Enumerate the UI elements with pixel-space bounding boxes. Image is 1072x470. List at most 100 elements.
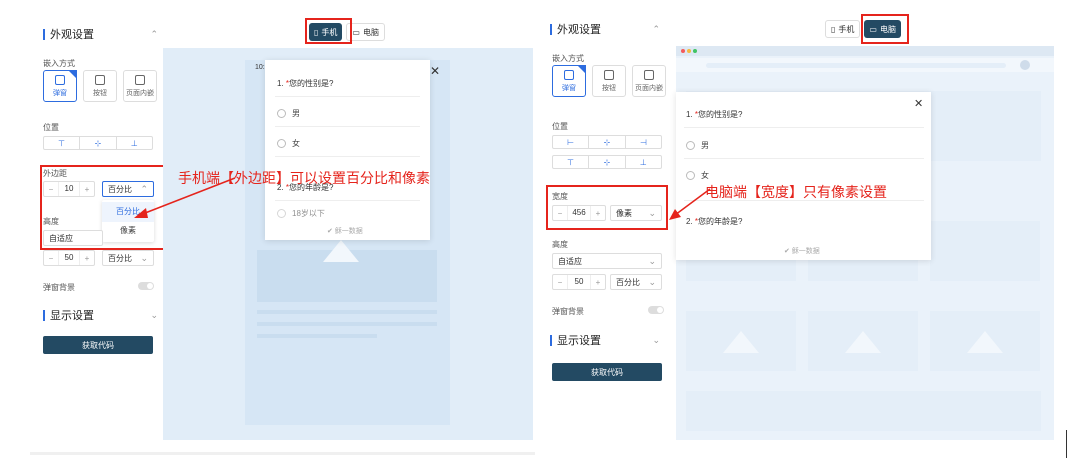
height-unit-select[interactable]: 百分比 ⌄	[610, 274, 662, 290]
appearance-section-header[interactable]: 外观设置 ⌃	[550, 21, 660, 37]
embed-inline-label: 页面内嵌	[126, 89, 154, 97]
monitor-icon: ▭	[352, 27, 360, 37]
position-segment-row1: ⊢ ⊹ ⊣	[552, 135, 662, 149]
phone-icon: ▯	[831, 24, 836, 34]
position-right-button[interactable]: ⊣	[626, 136, 661, 148]
chevron-down-icon: ⌄	[648, 276, 656, 287]
device-pc-button[interactable]: ▭ 电脑	[346, 23, 385, 41]
get-code-button[interactable]: 获取代码	[43, 336, 153, 354]
highlight-width-box	[546, 185, 668, 230]
decrement-button[interactable]: −	[553, 278, 567, 287]
appearance-title: 外观设置	[557, 24, 601, 36]
height-step-value: 50	[58, 251, 80, 265]
position-label: 位置	[552, 122, 568, 131]
height-stepper[interactable]: − 50 +	[43, 250, 95, 266]
status-time: 10:	[255, 64, 265, 71]
option-under-18-label: 18岁以下	[292, 209, 325, 218]
option-female[interactable]: 女	[277, 138, 300, 149]
position-left-button[interactable]: ⊢	[553, 136, 590, 148]
position-center-button[interactable]: ⊹	[589, 136, 626, 148]
check-icon: ✔	[784, 248, 792, 255]
question-1: 1. *您的性别是?	[686, 110, 743, 119]
height-select[interactable]: 自适应 ⌄	[552, 253, 662, 269]
popup-bg-toggle[interactable]	[648, 306, 664, 314]
option-male[interactable]: 男	[686, 140, 709, 151]
option-under-18[interactable]: 18岁以下	[277, 208, 325, 219]
option-female[interactable]: 女	[686, 170, 709, 181]
embed-inline-option[interactable]: 页面内嵌	[632, 65, 666, 97]
embed-inline-label: 页面内嵌	[635, 84, 663, 92]
mobile-annotation-text: 手机端【外边距】可以设置百分比和像素	[178, 170, 430, 186]
height-label: 高度	[552, 240, 568, 249]
popup-bg-toggle[interactable]	[138, 282, 154, 290]
position-middle-button[interactable]: ⊹	[589, 156, 626, 168]
height-unit-select[interactable]: 百分比 ⌄	[102, 250, 154, 266]
pc-annotation-text: 电脑端【宽度】只有像素设置	[705, 184, 887, 200]
close-icon[interactable]: ✕	[430, 64, 440, 78]
popup-bg-label: 弹窗背景	[552, 307, 584, 316]
device-mobile-button[interactable]: ▯ 手机	[825, 20, 861, 38]
chevron-down-icon[interactable]: ⌄	[652, 335, 660, 346]
divider	[30, 452, 535, 455]
height-stepper[interactable]: − 50 +	[552, 274, 606, 290]
embed-options: 弹窗 按钮 页面内嵌	[43, 70, 157, 102]
position-segment-row2: ⊤ ⊹ ⊥	[552, 155, 662, 169]
button-icon	[604, 69, 614, 80]
increment-button[interactable]: +	[80, 254, 94, 263]
position-segment: ⊤ ⊹ ⊥	[43, 136, 153, 150]
height-value: 自适应	[558, 256, 582, 266]
highlight-pc-button	[861, 14, 909, 44]
mobile-question-modal: ✕ 1. *您的性别是? 男 女 2. *您的年龄是? 18岁以下 ✔ 稣一数据	[265, 60, 440, 240]
appearance-section-header[interactable]: 外观设置 ⌃	[43, 26, 158, 42]
embed-button-option[interactable]: 按钮	[592, 65, 626, 97]
position-bottom-button[interactable]: ⊥	[117, 137, 152, 149]
radio-icon	[277, 209, 286, 218]
height-step-value: 50	[567, 275, 591, 289]
chevron-up-icon[interactable]: ⌃	[652, 24, 660, 35]
embed-button-label: 按钮	[602, 84, 616, 92]
radio-icon	[686, 141, 695, 150]
get-code-button[interactable]: 获取代码	[552, 363, 662, 381]
embed-popup-option[interactable]: 弹窗	[552, 65, 586, 97]
embed-popup-option[interactable]: 弹窗	[43, 70, 77, 102]
position-top-button[interactable]: ⊤	[553, 156, 590, 168]
option-female-label: 女	[292, 139, 300, 148]
height-unit-value: 百分比	[616, 277, 640, 287]
increment-button[interactable]: +	[591, 278, 605, 287]
option-male[interactable]: 男	[277, 108, 300, 119]
powered-by: ✔ 稣一数据	[327, 228, 363, 235]
option-male-label: 男	[292, 109, 300, 118]
powered-by: ✔ 稣一数据	[784, 248, 820, 255]
embed-label: 嵌入方式	[43, 59, 75, 68]
display-title: 显示设置	[557, 335, 601, 347]
chevron-down-icon[interactable]: ⌄	[150, 310, 158, 321]
embed-popup-label: 弹窗	[53, 89, 67, 97]
position-bottom-button[interactable]: ⊥	[626, 156, 661, 168]
popup-bg-label: 弹窗背景	[43, 283, 75, 292]
chevron-down-icon: ⌄	[648, 255, 656, 266]
check-icon: ✔	[327, 228, 335, 235]
display-title: 显示设置	[50, 310, 94, 322]
embed-button-option[interactable]: 按钮	[83, 70, 117, 102]
display-section-header[interactable]: 显示设置 ⌄	[43, 307, 158, 323]
embed-label: 嵌入方式	[552, 54, 584, 63]
radio-icon	[686, 171, 695, 180]
embed-inline-option[interactable]: 页面内嵌	[123, 70, 157, 102]
highlight-mobile-button	[305, 18, 352, 44]
device-pc-label: 电脑	[362, 27, 379, 37]
close-icon[interactable]: ✕	[914, 97, 923, 110]
position-top-button[interactable]: ⊤	[44, 137, 81, 149]
radio-icon	[277, 109, 286, 118]
chevron-up-icon[interactable]: ⌃	[150, 29, 158, 40]
button-icon	[95, 74, 105, 85]
pc-question-modal: ✕ 1. *您的性别是? 男 女 2. *您的年龄是? ✔ 稣一数据	[676, 92, 931, 260]
embed-popup-label: 弹窗	[562, 84, 576, 92]
popup-icon	[564, 69, 574, 80]
question-1: 1. *您的性别是?	[277, 79, 334, 88]
display-section-header[interactable]: 显示设置 ⌄	[550, 332, 660, 348]
radio-icon	[277, 139, 286, 148]
page-icon	[644, 69, 654, 80]
decrement-button[interactable]: −	[44, 254, 58, 263]
device-mobile-label: 手机	[838, 24, 855, 34]
position-center-button[interactable]: ⊹	[80, 137, 117, 149]
